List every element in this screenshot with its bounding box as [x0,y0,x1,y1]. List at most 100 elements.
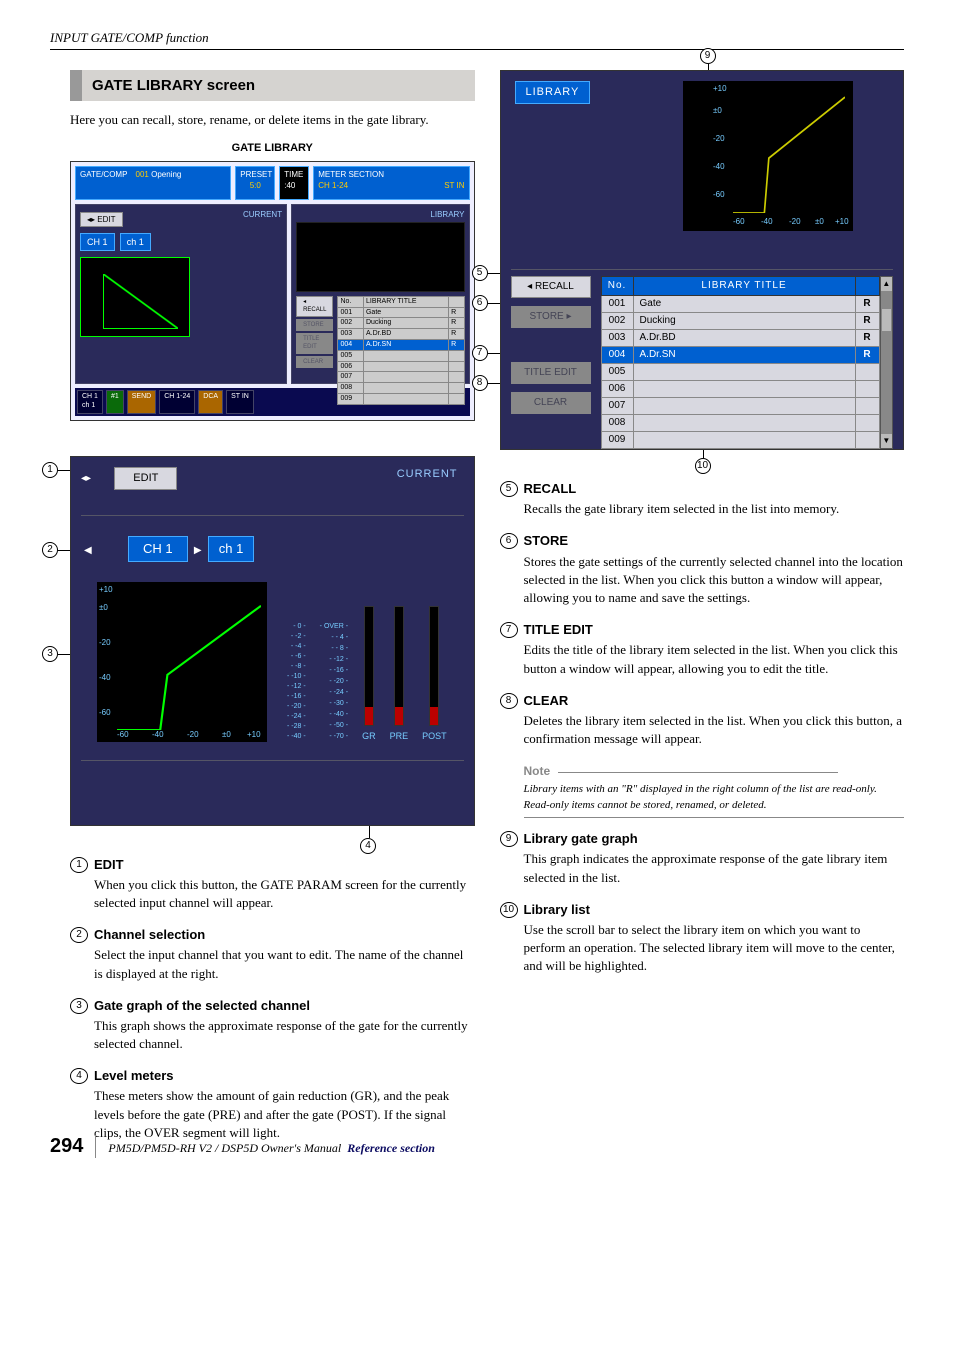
meter-box: METER SECTION CH 1-24 ST IN [313,166,469,200]
definition-body: Recalls the gate library item selected i… [524,500,905,518]
channel-selector[interactable]: CH 1 [128,536,188,562]
store-btn-sm[interactable]: STORE [296,319,333,331]
scroll-down-icon[interactable]: ▼ [881,434,892,448]
definition-item: 9 Library gate graph This graph indicate… [500,830,905,893]
table-row[interactable]: 008 [601,415,879,432]
gate-graph: +10 ±0 -20 -40 -60 -60 -40 -20 ±0 +10 [97,582,267,742]
scroll-thumb[interactable] [882,309,891,331]
screenshot-right-panel: LIBRARY ◂ RECALL STORE TITLE EDIT CLEAR … [291,204,469,384]
definition-number: 3 [70,998,88,1014]
titleedit-btn-sm[interactable]: TITLE EDIT [296,333,333,354]
manual-title: PM5D/PM5D-RH V2 / DSP5D Owner's Manual [108,1141,341,1156]
definition-item: 5 RECALL Recalls the gate library item s… [500,480,905,524]
definition-title: STORE [524,532,905,550]
definition-item: 6 STORE Stores the gate settings of the … [500,532,905,613]
definition-number: 9 [500,831,518,847]
definition-title: Library list [524,901,905,919]
callout-10: 10 [695,458,711,474]
note-box: Note Library items with an "R" displayed… [524,762,905,818]
library-list-sm[interactable]: No.LIBRARY TITLE 001GateR002DuckingR003A… [337,296,464,405]
definition-number: 4 [70,1068,88,1084]
definition-item: 1 EDIT When you click this button, the G… [70,856,475,919]
current-label: CURRENT [397,467,458,482]
definition-number: 8 [500,693,518,709]
figure-caption: GATE LIBRARY [70,141,475,156]
scroll-up-icon[interactable]: ▲ [881,277,892,291]
page-footer: 294 PM5D/PM5D-RH V2 / DSP5D Owner's Manu… [50,1135,904,1158]
definition-body: Select the input channel that you want t… [94,946,475,982]
table-row[interactable]: 007 [601,398,879,415]
time-box: TIME :40 [279,166,309,200]
table-row[interactable]: 005 [601,364,879,381]
level-meters: - 0 -- -2 -- -4 -- -6 -- -8 -- -10 -- -1… [287,582,447,742]
reference-label: Reference section [347,1141,435,1156]
edit-panel-figure: ◂▸ EDIT CURRENT ◀ CH 1 ▶ ch 1 +10 ±0 -20… [70,456,475,826]
store-button[interactable]: STORE ▸ [511,306,591,328]
ch-name-sm: ch 1 [120,233,151,252]
definition-body: Use the scroll bar to select the library… [524,921,905,976]
definition-body: These meters show the amount of gain red… [94,1087,475,1142]
definition-body: Edits the title of the library item sele… [524,641,905,677]
callout-1: 1 [42,462,58,478]
definition-title: Gate graph of the selected channel [94,997,475,1015]
callout-9: 9 [700,48,716,64]
definition-item: 3 Gate graph of the selected channel Thi… [70,997,475,1060]
library-panel-figure: LIBRARY +10 ±0 -20 -40 -60 -60 -40 -20 ±… [500,70,905,450]
recall-button[interactable]: ◂ RECALL [511,276,591,298]
table-row[interactable]: 001GateR [601,296,879,313]
definition-item: 10 Library list Use the scroll bar to se… [500,901,905,982]
callout-4: 4 [360,838,376,854]
clear-btn-sm[interactable]: CLEAR [296,356,333,368]
definition-number: 2 [70,927,88,943]
scrollbar[interactable]: ▲ ▼ [880,276,893,449]
callout-3: 3 [42,646,58,662]
definition-title: Channel selection [94,926,475,944]
clear-button[interactable]: CLEAR [511,392,591,414]
definition-title: Library gate graph [524,830,905,848]
section-title: GATE LIBRARY screen [70,70,475,101]
edit-button-sm[interactable]: ◂▸ EDIT [80,212,123,227]
ch-next-icon[interactable]: ▶ [191,544,205,558]
gate-graph-sm [80,257,190,337]
definition-title: TITLE EDIT [524,621,905,639]
ch-prev-icon[interactable]: ◀ [81,544,95,558]
title-edit-button[interactable]: TITLE EDIT [511,362,591,384]
edit-button[interactable]: EDIT [114,467,177,490]
lib-graph-sm [296,222,464,292]
definition-number: 1 [70,857,88,873]
definition-item: 2 Channel selection Select the input cha… [70,926,475,989]
definition-body: This graph indicates the approximate res… [524,850,905,886]
definition-body: Stores the gate settings of the currentl… [524,553,905,608]
ch-box-sm[interactable]: CH 1 [80,233,115,252]
definition-number: 5 [500,481,518,497]
definition-title: RECALL [524,480,905,498]
table-row[interactable]: 006 [601,381,879,398]
callout-2: 2 [42,542,58,558]
definition-body: This graph shows the approximate respons… [94,1017,475,1053]
library-list[interactable]: No. LIBRARY TITLE 001GateR002DuckingR003… [601,276,880,449]
recall-btn-sm[interactable]: ◂ RECALL [296,296,333,317]
callout-6: 6 [472,295,488,311]
gate-library-screenshot: GATE/COMP 001 Opening PRESET 5:0 TIME :4… [70,161,475,421]
callout-8: 8 [472,375,488,391]
table-row[interactable]: 002DuckingR [601,313,879,330]
screenshot-left-panel: ◂▸ EDIT CURRENT CH 1 ch 1 [75,204,287,384]
table-row[interactable]: 009 [601,432,879,449]
preset-box: PRESET 5:0 [235,166,275,200]
channel-name: ch 1 [208,536,255,562]
definition-number: 6 [500,533,518,549]
library-label: LIBRARY [515,81,591,104]
definition-title: Level meters [94,1067,475,1085]
page-header: INPUT GATE/COMP function [50,30,904,50]
table-row[interactable]: 004A.Dr.SNR [601,347,879,364]
definition-title: EDIT [94,856,475,874]
page-number: 294 [50,1135,96,1158]
callout-5: 5 [472,265,488,281]
section-intro: Here you can recall, store, rename, or d… [70,111,475,129]
definition-title: CLEAR [524,692,905,710]
table-row[interactable]: 003A.Dr.BDR [601,330,879,347]
callout-7: 7 [472,345,488,361]
definition-number: 10 [500,902,518,918]
library-gate-graph: +10 ±0 -20 -40 -60 -60 -40 -20 ±0 +10 [683,81,853,231]
definition-body: When you click this button, the GATE PAR… [94,876,475,912]
